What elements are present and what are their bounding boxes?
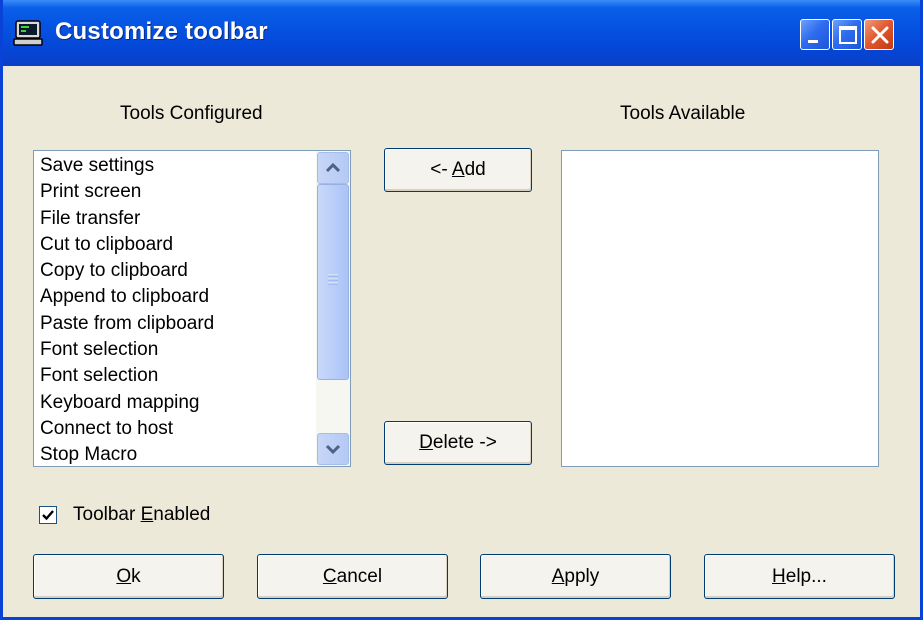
list-item[interactable]: Copy to clipboard (40, 258, 214, 284)
list-item[interactable]: File transfer (40, 206, 214, 232)
terminal-icon (13, 20, 43, 46)
cancel-button-rest: ancel (336, 566, 383, 587)
list-item[interactable]: Append to clipboard (40, 284, 214, 310)
title-bar[interactable]: Customize toolbar (3, 0, 920, 66)
tools-configured-heading: Tools Configured (120, 103, 263, 124)
tools-available-list[interactable] (561, 150, 879, 467)
list-item[interactable]: Save settings (40, 153, 214, 179)
list-item[interactable]: Font selection (40, 363, 214, 389)
list-item[interactable]: Font selection (40, 337, 214, 363)
list-item[interactable]: Cut to clipboard (40, 232, 214, 258)
toolbar-enabled-prefix: Toolbar (73, 504, 141, 525)
close-icon (871, 26, 889, 44)
ok-button[interactable]: Ok (33, 554, 224, 599)
cancel-button-mnemonic: C (322, 566, 337, 587)
minimize-icon (808, 40, 818, 43)
customize-toolbar-dialog: Customize toolbar Tools Configured Tools… (0, 0, 923, 620)
grip-icon (328, 274, 338, 285)
help-button[interactable]: Help... (704, 554, 895, 599)
delete-button-mnemonic: D (419, 432, 433, 453)
vertical-scrollbar[interactable] (316, 151, 350, 466)
add-button-rest: dd (464, 159, 486, 180)
list-item[interactable]: Stop Macro (40, 442, 214, 468)
add-button-mnemonic: A (451, 159, 465, 180)
chevron-up-icon (325, 162, 341, 173)
ok-button-rest: k (131, 566, 141, 587)
toolbar-enabled-mnemonic: E (140, 504, 154, 525)
scroll-down-button[interactable] (317, 433, 349, 465)
list-item[interactable]: Connect to host (40, 416, 214, 442)
checkmark-icon (42, 510, 54, 521)
add-button[interactable]: <- Add (384, 148, 532, 192)
close-button[interactable] (864, 19, 894, 50)
maximize-icon (839, 26, 857, 44)
apply-button[interactable]: Apply (480, 554, 671, 599)
toolbar-enabled-rest: nabled (153, 504, 211, 525)
apply-button-rest: pply (564, 566, 600, 587)
tools-configured-items: Save settings Print screen File transfer Cu… (40, 153, 214, 469)
toolbar-enabled-label[interactable]: Toolbar Enabled (73, 504, 210, 526)
delete-button[interactable]: Delete -> (384, 421, 532, 465)
list-item[interactable]: Keyboard mapping (40, 390, 214, 416)
apply-button-mnemonic: A (551, 566, 565, 587)
scroll-thumb[interactable] (317, 184, 349, 380)
cancel-button[interactable]: Cancel (257, 554, 448, 599)
list-item[interactable]: Paste from clipboard (40, 311, 214, 337)
window-title: Customize toolbar (55, 18, 268, 45)
toolbar-enabled-checkbox[interactable] (39, 506, 57, 524)
delete-button-rest: elete -> (432, 432, 497, 453)
maximize-button[interactable] (832, 19, 862, 50)
ok-button-mnemonic: O (116, 566, 132, 587)
minimize-button[interactable] (800, 19, 830, 50)
help-button-rest: elp... (785, 566, 827, 587)
help-button-mnemonic: H (772, 566, 786, 587)
tools-available-heading: Tools Available (620, 103, 746, 124)
tools-configured-list[interactable]: Save settings Print screen File transfer Cu… (33, 150, 351, 467)
chevron-down-icon (325, 444, 341, 455)
list-item[interactable]: Print screen (40, 179, 214, 205)
add-button-prefix: <- (430, 159, 452, 180)
scroll-up-button[interactable] (317, 152, 349, 184)
